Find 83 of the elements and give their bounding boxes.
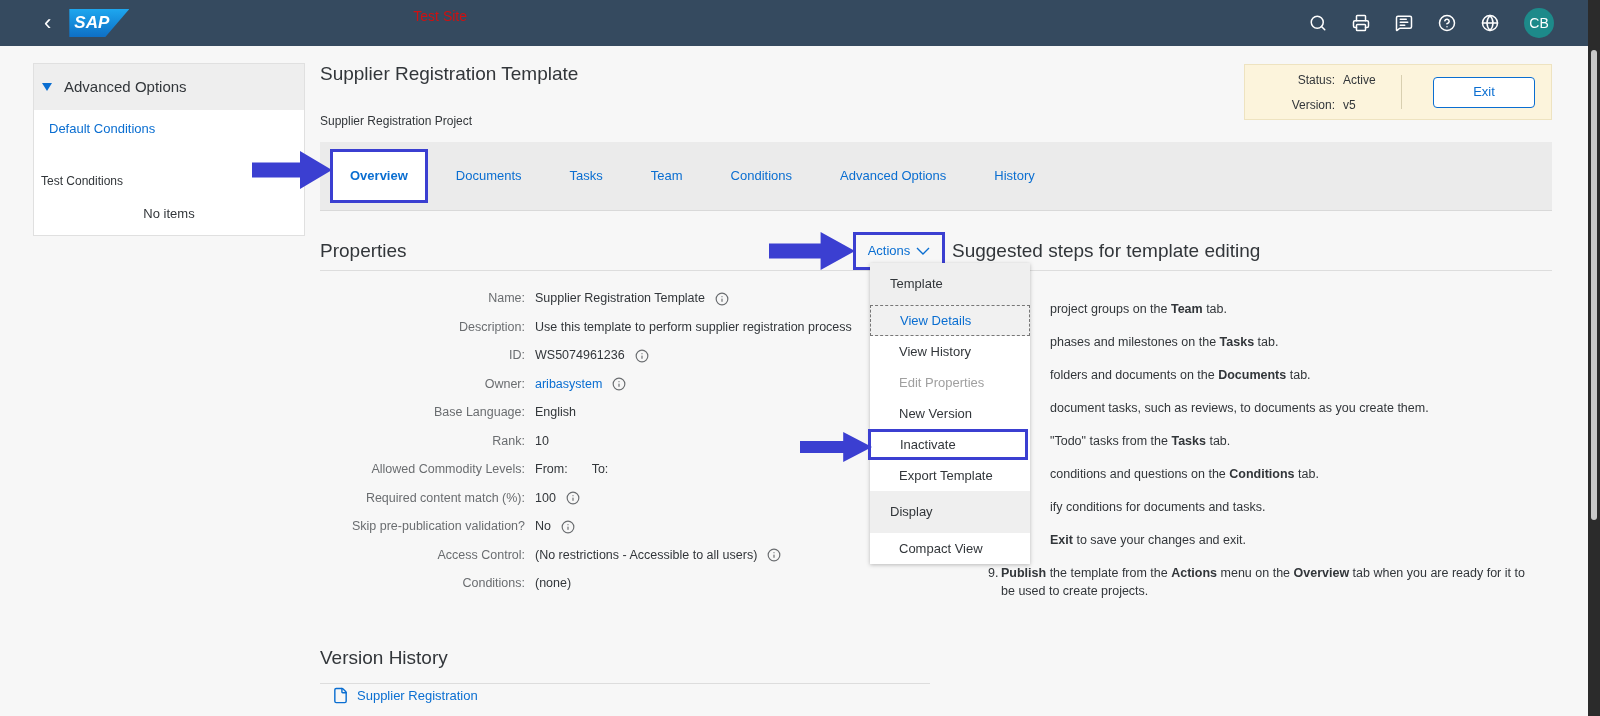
property-label: Rank:	[491, 432, 525, 450]
exit-button[interactable]: Exit	[1433, 76, 1535, 108]
menu-group-header: Display	[870, 491, 1030, 533]
section-header[interactable]: Advanced Options	[34, 64, 304, 110]
property-label: Base Language:	[432, 404, 525, 422]
tab[interactable]: Tasks	[549, 148, 623, 203]
status-value: v5	[1343, 96, 1356, 114]
back-button[interactable]: ‹	[44, 12, 52, 34]
feedback-icon[interactable]	[1395, 14, 1413, 32]
chevron-down-icon	[916, 247, 931, 255]
tab[interactable]: History	[974, 148, 1055, 203]
section-heading: Version History	[320, 647, 448, 668]
group-title: Test Conditions	[41, 172, 125, 190]
info-icon[interactable]	[612, 377, 627, 392]
empty-text: No items	[142, 204, 196, 223]
scrollbar[interactable]	[1588, 0, 1600, 716]
tab[interactable]: Team	[630, 148, 703, 203]
property-label: Required content match (%):	[364, 489, 525, 507]
step-text: phases and milestones on the Tasks tab.	[1050, 333, 1279, 351]
page-subtitle: Supplier Registration Project	[320, 112, 474, 130]
printer-icon[interactable]	[1352, 14, 1370, 32]
sidebar-link[interactable]: Default Conditions	[34, 110, 304, 139]
search-icon[interactable]	[1309, 14, 1327, 32]
menu-item[interactable]: Inactivate	[868, 429, 1028, 460]
site-label: Test Site	[413, 6, 468, 26]
property-label: Description:	[458, 318, 525, 336]
property-value: To:	[591, 461, 609, 479]
property-label: Allowed Commodity Levels:	[370, 461, 525, 479]
property-value: No	[535, 518, 551, 536]
info-icon[interactable]	[561, 519, 575, 534]
property-label: Conditions:	[461, 575, 525, 593]
menu-item[interactable]: New Version	[870, 398, 1030, 429]
help-icon[interactable]	[1438, 14, 1456, 32]
property-value: English	[535, 404, 576, 422]
property-value: WS5074961236	[535, 347, 625, 365]
tab[interactable]: Advanced Options	[820, 148, 967, 203]
owner-link[interactable]: aribasystem	[535, 374, 603, 394]
tab[interactable]: Documents	[435, 148, 542, 203]
property-value: 100	[535, 489, 556, 507]
status-value: Active	[1343, 71, 1376, 89]
info-icon[interactable]	[634, 348, 649, 363]
property-value: (none)	[535, 575, 572, 593]
property-label: Access Control:	[436, 546, 525, 564]
arrow-annotation	[800, 432, 872, 462]
info-icon[interactable]	[715, 291, 729, 306]
user-avatar[interactable]: CB	[1524, 8, 1554, 38]
status-label: Version:	[1290, 96, 1335, 114]
tab[interactable]: Conditions	[710, 148, 813, 203]
menu-group-header: Template	[870, 263, 1030, 305]
step-text: "Todo" tasks from the Tasks tab.	[1050, 432, 1231, 450]
version-link[interactable]: Supplier Registration	[357, 685, 478, 705]
section-heading: Suggested steps for template editing	[952, 238, 1261, 263]
page-title: Supplier Registration Template	[320, 62, 579, 86]
menu-item[interactable]: View Details	[870, 305, 1030, 336]
menu-item[interactable]: Compact View	[870, 533, 1030, 564]
section-title: Advanced Options	[64, 76, 187, 97]
property-label: ID:	[508, 347, 525, 365]
section-heading: Properties	[320, 238, 407, 263]
step-text: ify conditions for documents and tasks.	[1050, 498, 1266, 516]
property-value: Use this template to perform supplier registration process	[535, 318, 852, 336]
property-value: Supplier Registration Template	[535, 290, 705, 308]
document-icon	[332, 686, 349, 704]
status-label: Status:	[1296, 71, 1335, 89]
property-label: Name:	[487, 290, 525, 308]
step-text: Exit to save your changes and exit.	[1050, 531, 1246, 549]
step-text: document tasks, such as reviews, to documents as you create them.	[1050, 399, 1429, 417]
property-value: 10	[535, 432, 549, 450]
property-value: From:	[535, 461, 568, 479]
step-text: Publish the template from the Actions menu on the Overview tab when you are ready for it to be used to create projects.	[1001, 564, 1526, 600]
property-label: Owner:	[483, 375, 525, 393]
info-icon[interactable]	[767, 548, 782, 563]
step-text: project groups on the Team tab.	[1050, 300, 1227, 318]
step-text: conditions and questions on the Conditions tab.	[1050, 465, 1319, 483]
step-number: 9.	[988, 564, 1000, 582]
property-value: (No restrictions - Accessible to all users)	[535, 546, 758, 564]
tab[interactable]: Overview	[330, 148, 428, 203]
menu-item[interactable]: View History	[870, 336, 1030, 367]
info-icon[interactable]	[565, 491, 580, 506]
property-label: Skip pre-publication validation?	[350, 518, 525, 536]
menu-item[interactable]: Export Template	[870, 460, 1030, 491]
logo: SAP	[69, 9, 130, 37]
globe-icon[interactable]	[1481, 14, 1499, 32]
step-text: folders and documents on the Documents tab.	[1050, 366, 1311, 384]
